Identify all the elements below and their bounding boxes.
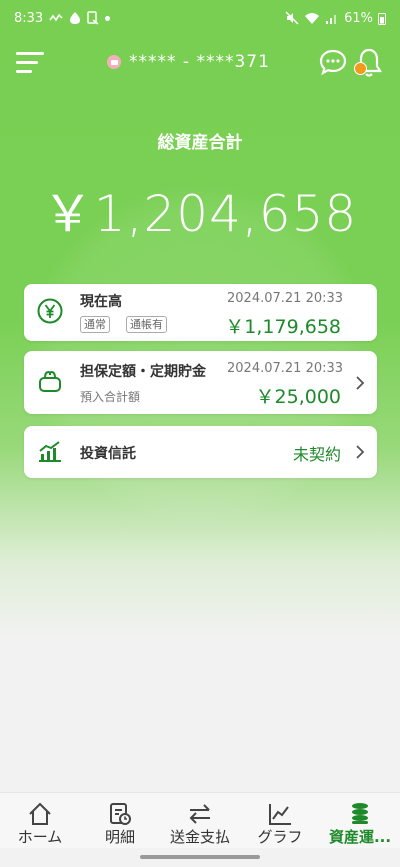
chat-icon[interactable] [318, 48, 348, 78]
chevron-right-icon [356, 445, 365, 459]
statement-icon [110, 803, 131, 825]
signal-icon [326, 14, 337, 24]
time-deposit-value: ￥25,000 [255, 386, 341, 408]
total-assets-amount: ￥1,204,658 [42, 185, 358, 243]
balance-title: 現在高 [80, 294, 122, 310]
nav-statement-label: 明細 [104, 828, 135, 846]
gesture-bar[interactable] [140, 855, 260, 859]
account-number: ***** - ****371 [129, 52, 270, 72]
investment-trust-title: 投資信託 [80, 446, 136, 462]
ja-bank-icon [70, 12, 81, 24]
balance-date: 2024.07.21 20:33 [227, 291, 344, 306]
time-deposit-card[interactable]: 担保定額・定期貯金 2024.07.21 20:33 預入合計額 ￥25,000 [24, 351, 377, 414]
wifi-icon [305, 12, 320, 24]
nav-assets-label: 資産運... [328, 828, 392, 846]
investment-trust-status: 未契約 [292, 445, 341, 464]
nav-transfer[interactable]: 送金支払 [160, 793, 240, 848]
account-icon [107, 55, 121, 69]
battery-level: 61% [344, 10, 373, 26]
nav-home-label: ホーム [17, 828, 63, 846]
notification-badge [354, 62, 367, 75]
nav-transfer-label: 送金支払 [169, 828, 230, 846]
investment-trust-card[interactable]: 投資信託 未契約 [24, 426, 377, 478]
status-bar: 8:33 61% [0, 0, 400, 36]
tag-regular: 通常 [80, 316, 110, 333]
bottom-navigation: ホーム 明細 送金支払 グラフ 資産運... [0, 792, 400, 848]
tag-passbook: 通帳有 [126, 316, 167, 333]
graph-icon [269, 804, 291, 825]
notification-icon [87, 11, 99, 25]
nav-graph[interactable]: グラフ [240, 793, 320, 848]
home-icon [29, 802, 51, 825]
activity-icon [49, 13, 63, 22]
nav-statement[interactable]: 明細 [80, 793, 160, 848]
coins-icon [352, 803, 368, 824]
time-deposit-date: 2024.07.21 20:33 [227, 361, 344, 376]
transfer-icon [189, 804, 210, 824]
nav-home[interactable]: ホーム [0, 793, 80, 848]
status-time: 8:33 [14, 10, 44, 26]
menu-button[interactable] [16, 52, 46, 74]
status-dot-icon [105, 15, 111, 21]
total-assets-label: 総資産合計 [157, 133, 243, 153]
balance-value: ￥1,179,658 [225, 316, 341, 338]
nav-graph-label: グラフ [257, 828, 303, 846]
menu-icon [16, 52, 44, 55]
time-deposit-sublabel: 預入合計額 [80, 390, 141, 404]
nav-assets[interactable]: 資産運... [320, 793, 400, 848]
balance-card[interactable]: 現在高 2024.07.21 20:33 通常 通帳有 ￥1,179,658 [24, 284, 377, 341]
account-selector[interactable]: ***** - ****371 [107, 52, 270, 72]
app-header: ***** - ****371 [0, 40, 400, 88]
battery-icon [378, 12, 386, 25]
mute-icon [285, 11, 299, 25]
chevron-right-icon [356, 376, 365, 390]
bar-chart-icon [39, 441, 61, 462]
yen-coin-icon [37, 298, 63, 324]
time-deposit-title: 担保定額・定期貯金 [80, 364, 206, 380]
purse-icon [39, 370, 61, 392]
